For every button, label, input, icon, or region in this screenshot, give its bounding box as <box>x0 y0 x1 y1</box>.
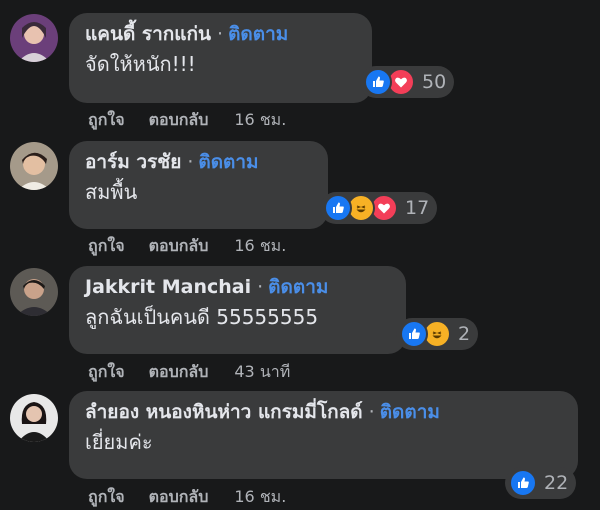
reaction-summary[interactable]: 50 <box>360 66 455 98</box>
comment-bubble: Jakkrit Manchai · ติดตาม ลูกฉันเป็นคนดี 55… <box>69 266 406 354</box>
reaction-count: 22 <box>544 472 569 494</box>
like-icon <box>509 469 537 497</box>
reply-button[interactable]: ตอบกลับ <box>149 234 209 259</box>
comment-header: แคนดี้ รากแก่น · ติดตาม <box>85 21 358 47</box>
separator: · <box>368 401 375 423</box>
comment-bubble: ลำยอง หนองหินห่าว แกรมมี่โกลด์ · ติดตาม เย… <box>69 391 578 479</box>
like-button[interactable]: ถูกใจ <box>88 485 125 510</box>
reply-button[interactable]: ตอบกลับ <box>149 485 209 510</box>
timestamp[interactable]: 16 ชม. <box>234 485 286 510</box>
like-icon <box>364 68 392 96</box>
author-name[interactable]: แคนดี้ รากแก่น <box>85 23 211 45</box>
separator: · <box>217 23 224 45</box>
reaction-summary[interactable]: 17 <box>320 192 438 224</box>
avatar[interactable] <box>10 394 58 442</box>
comment-bubble: แคนดี้ รากแก่น · ติดตาม จัดให้หนัก!!! <box>69 13 372 103</box>
timestamp[interactable]: 43 นาที <box>234 360 290 385</box>
follow-link[interactable]: ติดตาม <box>380 401 440 423</box>
author-name[interactable]: Jakkrit Manchai <box>85 276 251 298</box>
comment-text: สมพื้น <box>85 180 138 204</box>
separator: · <box>257 276 264 298</box>
like-icon <box>324 194 352 222</box>
follow-link[interactable]: ติดตาม <box>228 23 288 45</box>
reply-button[interactable]: ตอบกลับ <box>149 108 209 133</box>
like-button[interactable]: ถูกใจ <box>88 234 125 259</box>
reaction-count: 2 <box>458 323 471 345</box>
reply-button[interactable]: ตอบกลับ <box>149 360 209 385</box>
timestamp[interactable]: 16 ชม. <box>234 108 286 133</box>
comment-header: Jakkrit Manchai · ติดตาม <box>85 274 392 300</box>
comment-actions: ถูกใจ ตอบกลับ 16 ชม. <box>88 234 286 259</box>
comment-actions: ถูกใจ ตอบกลับ 43 นาที <box>88 360 290 385</box>
comment-actions: ถูกใจ ตอบกลับ 16 ชม. <box>88 108 286 133</box>
follow-link[interactable]: ติดตาม <box>198 151 258 173</box>
avatar[interactable] <box>10 268 58 316</box>
avatar[interactable] <box>10 142 58 190</box>
reaction-summary[interactable]: 22 <box>505 467 577 499</box>
author-name[interactable]: ลำยอง หนองหินห่าว แกรมมี่โกลด์ <box>85 401 363 423</box>
comment-bubble: อาร์ม วรชัย · ติดตาม สมพื้น <box>69 141 328 229</box>
avatar[interactable] <box>10 14 58 62</box>
timestamp[interactable]: 16 ชม. <box>234 234 286 259</box>
author-name[interactable]: อาร์ม วรชัย <box>85 151 181 173</box>
like-icon <box>400 320 428 348</box>
follow-link[interactable]: ติดตาม <box>268 276 328 298</box>
reaction-count: 50 <box>422 71 447 93</box>
separator: · <box>187 151 194 173</box>
comment-text: เยี่ยมค่ะ <box>85 430 153 454</box>
comment-header: อาร์ม วรชัย · ติดตาม <box>85 149 314 175</box>
comment-text: จัดให้หนัก!!! <box>85 52 196 76</box>
like-button[interactable]: ถูกใจ <box>88 108 125 133</box>
reaction-summary[interactable]: 2 <box>396 318 479 350</box>
comment-actions: ถูกใจ ตอบกลับ 16 ชม. <box>88 485 286 510</box>
like-button[interactable]: ถูกใจ <box>88 360 125 385</box>
comment-header: ลำยอง หนองหินห่าว แกรมมี่โกลด์ · ติดตาม <box>85 399 564 425</box>
comment-text: ลูกฉันเป็นคนดี 55555555 <box>85 305 319 329</box>
reaction-count: 17 <box>405 197 430 219</box>
